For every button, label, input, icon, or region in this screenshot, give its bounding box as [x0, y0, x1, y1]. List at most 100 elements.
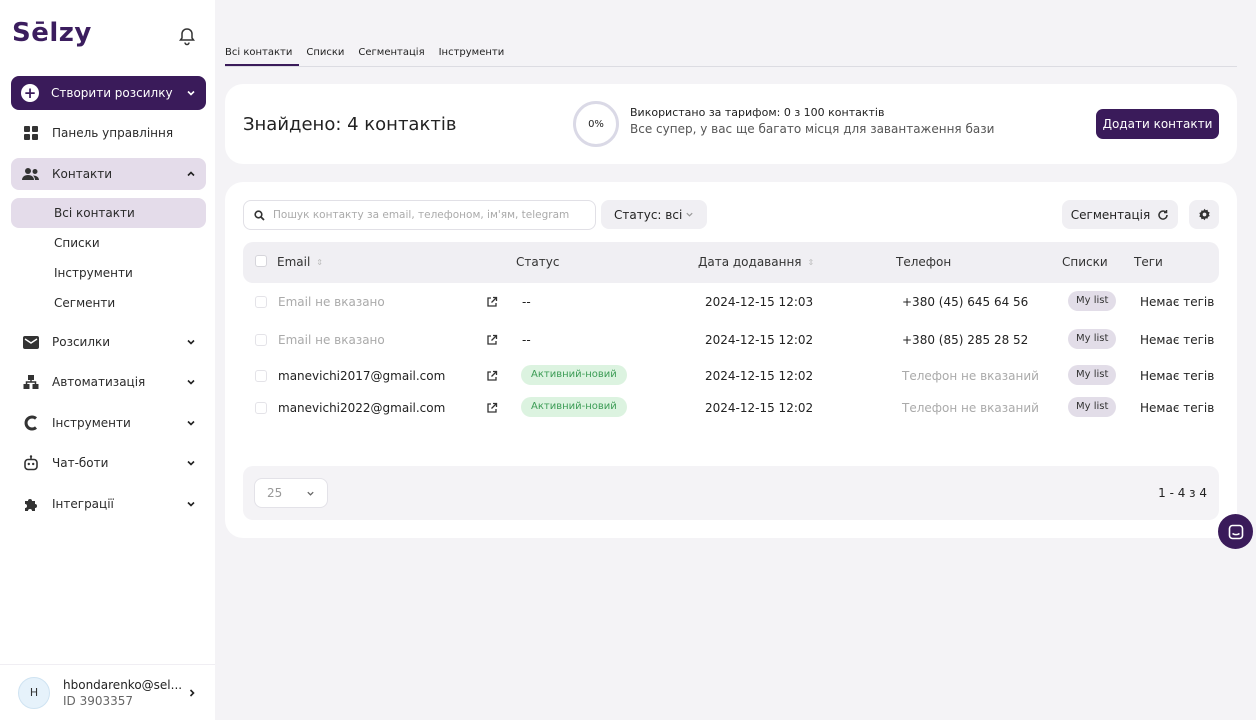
- row-tags: Немає тегів: [1140, 401, 1215, 415]
- sidebar-item-integrations[interactable]: Інтеграції: [11, 488, 206, 520]
- sidebar-item-automation[interactable]: Автоматизація: [11, 366, 206, 398]
- table-row[interactable]: Email не вказано -- 2024-12-15 12:03 +38…: [243, 288, 1219, 318]
- search-box[interactable]: [243, 200, 596, 230]
- row-checkbox[interactable]: [255, 402, 267, 414]
- row-status: --: [522, 333, 531, 347]
- grid-icon: [21, 123, 41, 143]
- table-row[interactable]: manevichi2017@gmail.com Активний-новий 2…: [243, 362, 1219, 392]
- add-contacts-button[interactable]: Додати контакти: [1096, 109, 1219, 139]
- contacts-tabs: Всі контакти Списки Сегментація Інструме…: [225, 44, 1237, 67]
- pagination-bar: 25 1 - 4 з 4: [243, 466, 1219, 520]
- summary-card: Знайдено: 4 контактів 0% Використано за …: [225, 84, 1237, 164]
- tab-tools[interactable]: Інструменти: [432, 44, 512, 66]
- puzzle-icon: [21, 494, 41, 514]
- select-all-checkbox[interactable]: [255, 255, 267, 267]
- row-email: manevichi2017@gmail.com: [278, 369, 446, 383]
- table-header: Email ⇕ Статус Дата додавання ⇕ Телефон Сп…: [243, 242, 1219, 283]
- plus-icon: +: [21, 84, 39, 102]
- status-badge: Активний-новий: [521, 397, 627, 417]
- create-campaign-label: Створити розсилку: [51, 86, 173, 100]
- chat-icon: [1228, 524, 1243, 539]
- tab-lists[interactable]: Списки: [299, 44, 351, 66]
- column-status: Статус: [516, 255, 560, 269]
- row-phone: +380 (45) 645 64 56: [902, 295, 1029, 309]
- bell-icon[interactable]: [177, 26, 197, 46]
- sidebar-item-campaigns[interactable]: Розсилки: [11, 326, 206, 358]
- tab-all-contacts[interactable]: Всі контакти: [225, 44, 300, 66]
- contacts-table-card: Статус: всі Сегментація Email⇕ Статус Да…: [225, 182, 1237, 538]
- table-settings-button[interactable]: [1189, 200, 1219, 229]
- usage-line-1: Використано за тарифом: 0 з 100 контакті…: [630, 106, 885, 119]
- mail-icon: [21, 332, 41, 352]
- gear-icon: [1198, 208, 1210, 221]
- usage-percent-circle: 0%: [573, 101, 619, 147]
- segmentation-label: Сегментація: [1070, 207, 1151, 222]
- automation-icon: [21, 372, 41, 392]
- row-date: 2024-12-15 12:02: [705, 369, 814, 383]
- row-checkbox[interactable]: [255, 296, 267, 308]
- chevron-down-icon: [686, 212, 693, 217]
- found-count-title: Знайдено: 4 контактів: [243, 114, 457, 135]
- per-page-value: 25: [267, 486, 283, 500]
- column-email[interactable]: Email ⇕: [277, 255, 323, 269]
- sidebar-item-label: Контакти: [52, 167, 113, 181]
- sidebar-subitem-tools[interactable]: Інструменти: [11, 258, 206, 288]
- sort-icon: ⇕: [316, 257, 323, 267]
- chevron-right-icon: [189, 688, 195, 697]
- table-row[interactable]: manevichi2022@gmail.com Активний-новий 2…: [243, 394, 1219, 424]
- create-campaign-button[interactable]: + Створити розсилку: [11, 76, 206, 110]
- row-checkbox[interactable]: [255, 370, 267, 382]
- list-badge[interactable]: My list: [1068, 329, 1117, 349]
- sidebar-item-contacts[interactable]: Контакти: [11, 158, 206, 190]
- external-link-icon[interactable]: [486, 402, 498, 414]
- status-filter-select[interactable]: Статус: всі: [601, 200, 707, 229]
- row-date: 2024-12-15 12:03: [705, 295, 814, 309]
- tab-segmentation[interactable]: Сегментація: [351, 44, 431, 66]
- sidebar-subitem-lists[interactable]: Списки: [11, 228, 206, 258]
- list-badge[interactable]: My list: [1068, 397, 1117, 417]
- table-row[interactable]: Email не вказано -- 2024-12-15 12:02 +38…: [243, 326, 1219, 356]
- user-card[interactable]: H hbondarenko@sel... ID 3903357: [0, 664, 215, 720]
- external-link-icon[interactable]: [486, 334, 498, 346]
- row-date: 2024-12-15 12:02: [705, 333, 814, 347]
- status-badge: Активний-новий: [521, 365, 627, 385]
- column-phone: Телефон: [896, 255, 952, 269]
- usage-text: Використано за тарифом: 0 з 100 контакті…: [630, 104, 994, 138]
- row-checkbox[interactable]: [255, 334, 267, 346]
- external-link-icon[interactable]: [486, 296, 498, 308]
- row-status: --: [522, 295, 531, 309]
- refresh-icon: [1158, 209, 1168, 220]
- sidebar-item-dashboard[interactable]: Панель управління: [11, 117, 206, 149]
- users-icon: [21, 164, 41, 184]
- per-page-select[interactable]: 25: [254, 478, 328, 508]
- chevron-down-icon: [307, 491, 314, 496]
- sidebar-item-label: Чат-боти: [52, 456, 109, 470]
- pagination-range: 1 - 4 з 4: [1158, 486, 1207, 500]
- bot-icon: [21, 453, 41, 473]
- row-tags: Немає тегів: [1140, 369, 1215, 383]
- support-chat-button[interactable]: [1218, 514, 1253, 549]
- avatar: H: [18, 676, 50, 709]
- logo[interactable]: Sēlzy: [12, 18, 92, 48]
- segmentation-button[interactable]: Сегментація: [1062, 200, 1178, 229]
- search-icon: [254, 209, 265, 221]
- list-badge[interactable]: My list: [1068, 291, 1117, 311]
- sidebar-subitem-segments[interactable]: Сегменти: [11, 288, 206, 318]
- chevron-up-icon: [187, 171, 195, 177]
- row-tags: Немає тегів: [1140, 295, 1215, 309]
- external-link-icon[interactable]: [486, 370, 498, 382]
- list-badge[interactable]: My list: [1068, 365, 1117, 385]
- row-email: Email не вказано: [278, 295, 385, 309]
- sidebar-item-tools[interactable]: Інструменти: [11, 407, 206, 439]
- sidebar-item-label: Автоматизація: [52, 375, 146, 389]
- column-date-added[interactable]: Дата додавання ⇕: [698, 255, 814, 269]
- sidebar-item-label: Розсилки: [52, 335, 111, 349]
- row-phone: Телефон не вказаний: [902, 369, 1039, 383]
- user-id: ID 3903357: [63, 693, 134, 708]
- sidebar-item-chatbots[interactable]: Чат-боти: [11, 447, 206, 479]
- chevron-down-icon: [187, 501, 195, 507]
- search-input[interactable]: [273, 209, 583, 221]
- sidebar: Sēlzy + Створити розсилку Панель управлі…: [0, 0, 215, 720]
- logo-row: Sēlzy: [12, 18, 197, 54]
- sidebar-subitem-all-contacts[interactable]: Всі контакти: [11, 198, 206, 228]
